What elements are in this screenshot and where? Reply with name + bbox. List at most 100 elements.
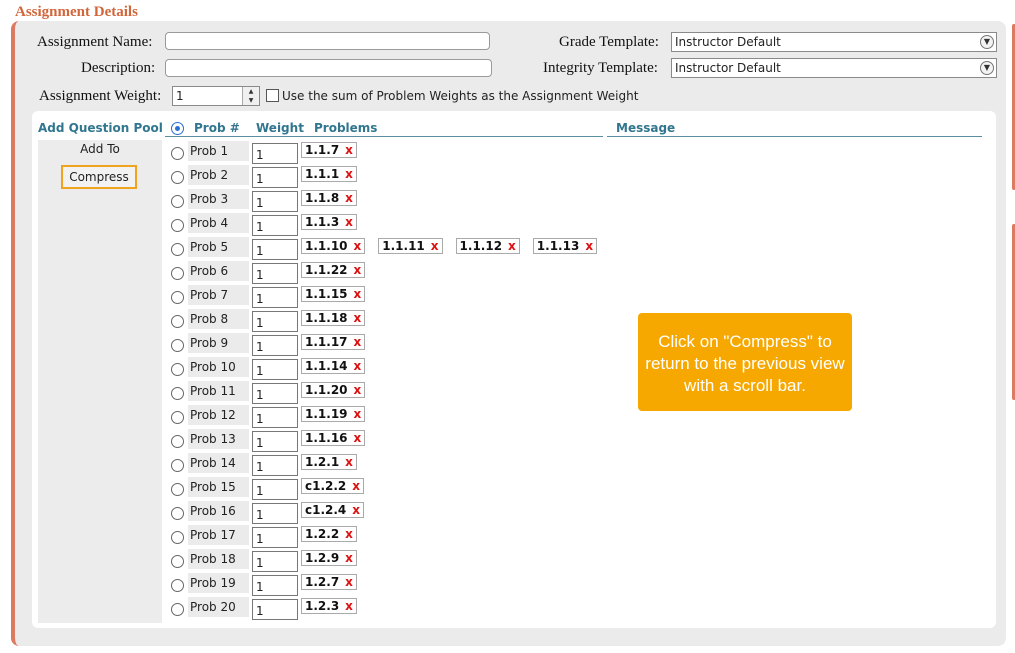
problem-id: 1.1.11	[382, 239, 425, 253]
remove-x-icon[interactable]: x	[354, 407, 362, 421]
remove-x-icon[interactable]: x	[345, 143, 353, 157]
weight-input[interactable]: 1	[252, 167, 298, 188]
row-radio[interactable]	[171, 579, 184, 592]
problem-tag: 1.1.16 x	[301, 430, 366, 446]
assignment-weight-label: Assignment Weight:	[39, 88, 162, 104]
weight-input[interactable]: 1	[252, 431, 298, 452]
weight-input[interactable]: 1	[252, 335, 298, 356]
problem-list: 1.1.14 x	[301, 358, 378, 374]
remove-x-icon[interactable]: x	[354, 239, 362, 253]
remove-x-icon[interactable]: x	[354, 431, 362, 445]
weight-input[interactable]: 1	[252, 359, 298, 380]
row-radio[interactable]	[171, 339, 184, 352]
row-radio[interactable]	[171, 435, 184, 448]
row-radio[interactable]	[171, 531, 184, 544]
weight-input[interactable]: 1	[252, 191, 298, 212]
caret-up-icon[interactable]: ▲	[243, 87, 259, 96]
weight-input[interactable]: 1	[252, 503, 298, 524]
weight-input[interactable]: 1	[252, 407, 298, 428]
remove-x-icon[interactable]: x	[352, 503, 360, 517]
problem-list: 1.2.9 x	[301, 550, 370, 566]
prob-label: Prob 7	[188, 285, 249, 305]
sum-weights-checkbox[interactable]	[266, 89, 279, 102]
problem-list: 1.2.1 x	[301, 454, 370, 470]
problem-list: 1.2.3 x	[301, 598, 370, 614]
weight-input[interactable]: 1	[252, 311, 298, 332]
row-radio[interactable]	[171, 171, 184, 184]
grade-template-label: Grade Template:	[559, 34, 659, 50]
table-row: Prob 16 1 c1.2.4 x	[0, 500, 1015, 524]
row-radio[interactable]	[171, 459, 184, 472]
row-radio[interactable]	[171, 219, 184, 232]
weight-input[interactable]: 1	[252, 215, 298, 236]
row-radio[interactable]	[171, 483, 184, 496]
assignment-name-input[interactable]	[165, 32, 490, 50]
weight-input[interactable]: 1	[252, 455, 298, 476]
problem-id: 1.1.18	[305, 311, 348, 325]
row-radio[interactable]	[171, 603, 184, 616]
remove-x-icon[interactable]: x	[345, 599, 353, 613]
remove-x-icon[interactable]: x	[345, 527, 353, 541]
remove-x-icon[interactable]: x	[345, 551, 353, 565]
add-question-pool-header[interactable]: Add Question Pool	[38, 121, 163, 135]
description-input[interactable]	[165, 59, 492, 77]
weight-input[interactable]: 1	[252, 479, 298, 500]
remove-x-icon[interactable]: x	[352, 479, 360, 493]
remove-x-icon[interactable]: x	[345, 215, 353, 229]
weight-input[interactable]: 1	[252, 383, 298, 404]
weight-input[interactable]: 1	[252, 287, 298, 308]
table-row: Prob 14 1 1.2.1 x	[0, 452, 1015, 476]
row-radio[interactable]	[171, 267, 184, 280]
weight-input[interactable]: 1	[252, 575, 298, 596]
prob-label: Prob 11	[188, 381, 249, 401]
row-radio[interactable]	[171, 507, 184, 520]
remove-x-icon[interactable]: x	[345, 167, 353, 181]
remove-x-icon[interactable]: x	[354, 383, 362, 397]
remove-x-icon[interactable]: x	[354, 311, 362, 325]
weight-input[interactable]: 1	[252, 263, 298, 284]
sum-weights-option[interactable]: Use the sum of Problem Weights as the As…	[266, 89, 638, 103]
problem-list: c1.2.2 x	[301, 478, 377, 494]
weight-input[interactable]: 1	[252, 239, 298, 260]
remove-x-icon[interactable]: x	[354, 335, 362, 349]
remove-x-icon[interactable]: x	[431, 239, 439, 253]
row-radio[interactable]	[171, 147, 184, 160]
select-all-radio[interactable]	[171, 122, 184, 135]
row-radio[interactable]	[171, 315, 184, 328]
stepper-buttons[interactable]: ▲ ▼	[242, 87, 259, 105]
remove-x-icon[interactable]: x	[508, 239, 516, 253]
table-row: Prob 15 1 c1.2.2 x	[0, 476, 1015, 500]
remove-x-icon[interactable]: x	[345, 191, 353, 205]
grade-template-select[interactable]: Instructor Default ▼	[671, 32, 997, 52]
remove-x-icon[interactable]: x	[345, 575, 353, 589]
sum-weights-label: Use the sum of Problem Weights as the As…	[282, 89, 639, 103]
weight-input[interactable]: 1	[252, 143, 298, 164]
prob-label: Prob 5	[188, 237, 249, 257]
problem-list: 1.1.17 x	[301, 334, 378, 350]
caret-down-icon[interactable]: ▼	[243, 96, 259, 105]
row-radio[interactable]	[171, 411, 184, 424]
problem-id: 1.2.2	[305, 527, 340, 541]
row-radio[interactable]	[171, 243, 184, 256]
problem-tag: 1.1.1 x	[301, 166, 357, 182]
problem-tag: 1.1.18 x	[301, 310, 366, 326]
row-radio[interactable]	[171, 195, 184, 208]
weight-input[interactable]: 1	[252, 599, 298, 620]
remove-x-icon[interactable]: x	[354, 287, 362, 301]
weight-input[interactable]: 1	[252, 551, 298, 572]
remove-x-icon[interactable]: x	[354, 359, 362, 373]
weight-input[interactable]: 1	[252, 527, 298, 548]
integrity-template-select[interactable]: Instructor Default ▼	[671, 58, 997, 78]
row-radio[interactable]	[171, 555, 184, 568]
assignment-weight-stepper[interactable]: 1 ▲ ▼	[172, 86, 260, 106]
problem-list: 1.1.18 x	[301, 310, 378, 326]
table-row: Prob 8 1 1.1.18 x	[0, 308, 1015, 332]
remove-x-icon[interactable]: x	[354, 263, 362, 277]
row-radio[interactable]	[171, 291, 184, 304]
remove-x-icon[interactable]: x	[345, 455, 353, 469]
remove-x-icon[interactable]: x	[585, 239, 593, 253]
prob-label: Prob 6	[188, 261, 249, 281]
row-radio[interactable]	[171, 387, 184, 400]
row-radio[interactable]	[171, 363, 184, 376]
prob-label: Prob 20	[188, 597, 249, 617]
